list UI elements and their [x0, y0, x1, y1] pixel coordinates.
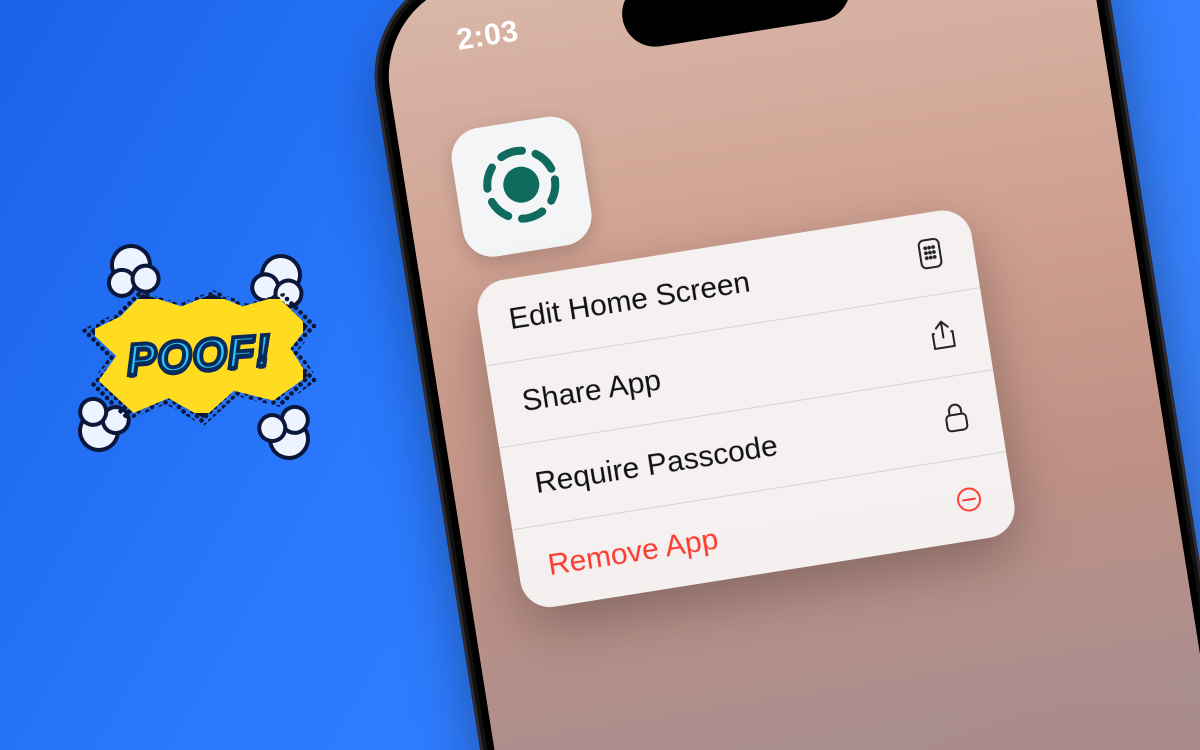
menu-item-label: Remove App [546, 522, 721, 582]
menu-item-label: Edit Home Screen [507, 265, 753, 337]
iphone-device-frame: 2:03 [359, 0, 1200, 750]
menu-item-label: Require Passcode [533, 429, 780, 501]
phone-grid-icon [912, 235, 949, 272]
focus-ring-icon [469, 132, 575, 242]
iphone-home-screen[interactable]: 2:03 [375, 0, 1200, 750]
app-context-menu: Edit Home Screen Share App [473, 206, 1019, 611]
status-time: 2:03 [454, 14, 521, 57]
lock-icon [938, 399, 975, 436]
share-icon [925, 317, 962, 354]
app-icon[interactable] [447, 112, 596, 261]
remove-circle-icon [951, 483, 987, 516]
menu-item-label: Share App [520, 363, 664, 419]
poof-text: POOF! [125, 326, 272, 386]
poof-comic-badge: POOF! [60, 250, 340, 470]
status-bar: 2:03 [380, 0, 1091, 79]
